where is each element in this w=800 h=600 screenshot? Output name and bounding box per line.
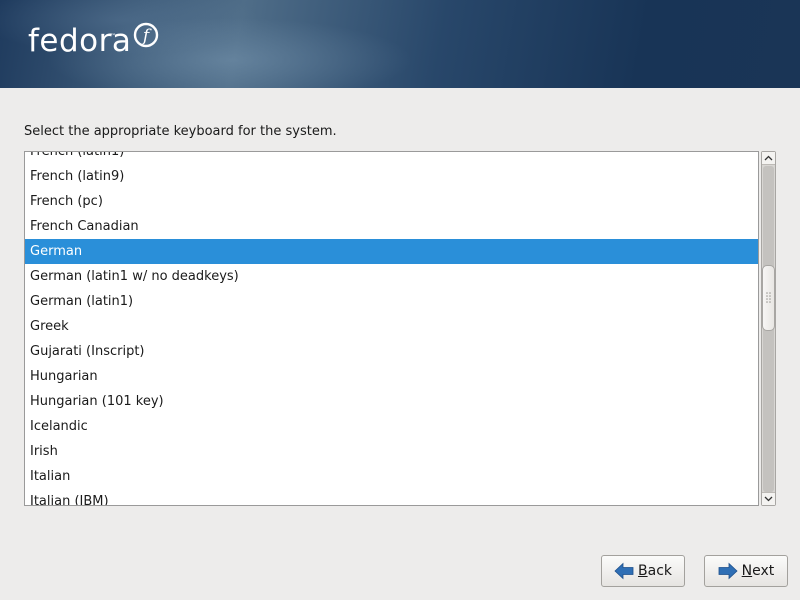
- keyboard-list-item[interactable]: German: [25, 239, 758, 264]
- keyboard-list-item[interactable]: Hungarian: [25, 364, 758, 389]
- grip-icon: [766, 292, 771, 303]
- keyboard-list-item[interactable]: German (latin1 w/ no deadkeys): [25, 264, 758, 289]
- keyboard-list-item[interactable]: Gujarati (Inscript): [25, 339, 758, 364]
- keyboard-list[interactable]: French (latin1) French (latin9) French (pc…: [24, 151, 759, 506]
- keyboard-list-item[interactable]: Icelandic: [25, 414, 758, 439]
- chevron-down-icon: [764, 496, 773, 502]
- keyboard-list-item[interactable]: Hungarian (101 key): [25, 389, 758, 414]
- logo-wordmark: fedora: [28, 23, 132, 59]
- keyboard-list-item[interactable]: French (pc): [25, 189, 758, 214]
- fedora-header-banner: fedora f ™: [0, 0, 800, 88]
- scroll-down-button[interactable]: [762, 492, 775, 505]
- keyboard-list-item[interactable]: German (latin1): [25, 289, 758, 314]
- next-button[interactable]: Next: [704, 555, 788, 587]
- keyboard-list-items: French (latin1) French (latin9) French (pc…: [25, 152, 758, 505]
- keyboard-list-item[interactable]: French Canadian: [25, 214, 758, 239]
- next-button-label: Next: [741, 563, 775, 579]
- keyboard-list-scrollbar[interactable]: [761, 151, 776, 506]
- keyboard-list-item[interactable]: French (latin9): [25, 164, 758, 189]
- keyboard-list-item[interactable]: Italian: [25, 464, 758, 489]
- logo-mark-glyph: f: [141, 26, 152, 46]
- scroll-thumb[interactable]: [762, 265, 775, 331]
- keyboard-list-item[interactable]: Irish: [25, 439, 758, 464]
- back-button[interactable]: Back: [601, 555, 685, 587]
- back-button-label: Back: [638, 563, 672, 579]
- chevron-up-icon: [764, 155, 773, 161]
- keyboard-list-item[interactable]: French (latin1): [25, 152, 758, 164]
- arrow-left-icon: [614, 562, 634, 580]
- trademark-symbol: ™: [110, 33, 116, 40]
- fedora-infinity-icon: f: [133, 22, 159, 52]
- keyboard-list-item[interactable]: Greek: [25, 314, 758, 339]
- arrow-right-icon: [718, 562, 738, 580]
- keyboard-list-item[interactable]: Italian (IBM): [25, 489, 758, 505]
- fedora-logo: fedora f: [28, 22, 159, 59]
- page-prompt: Select the appropriate keyboard for the …: [24, 124, 337, 139]
- scroll-up-button[interactable]: [762, 152, 775, 165]
